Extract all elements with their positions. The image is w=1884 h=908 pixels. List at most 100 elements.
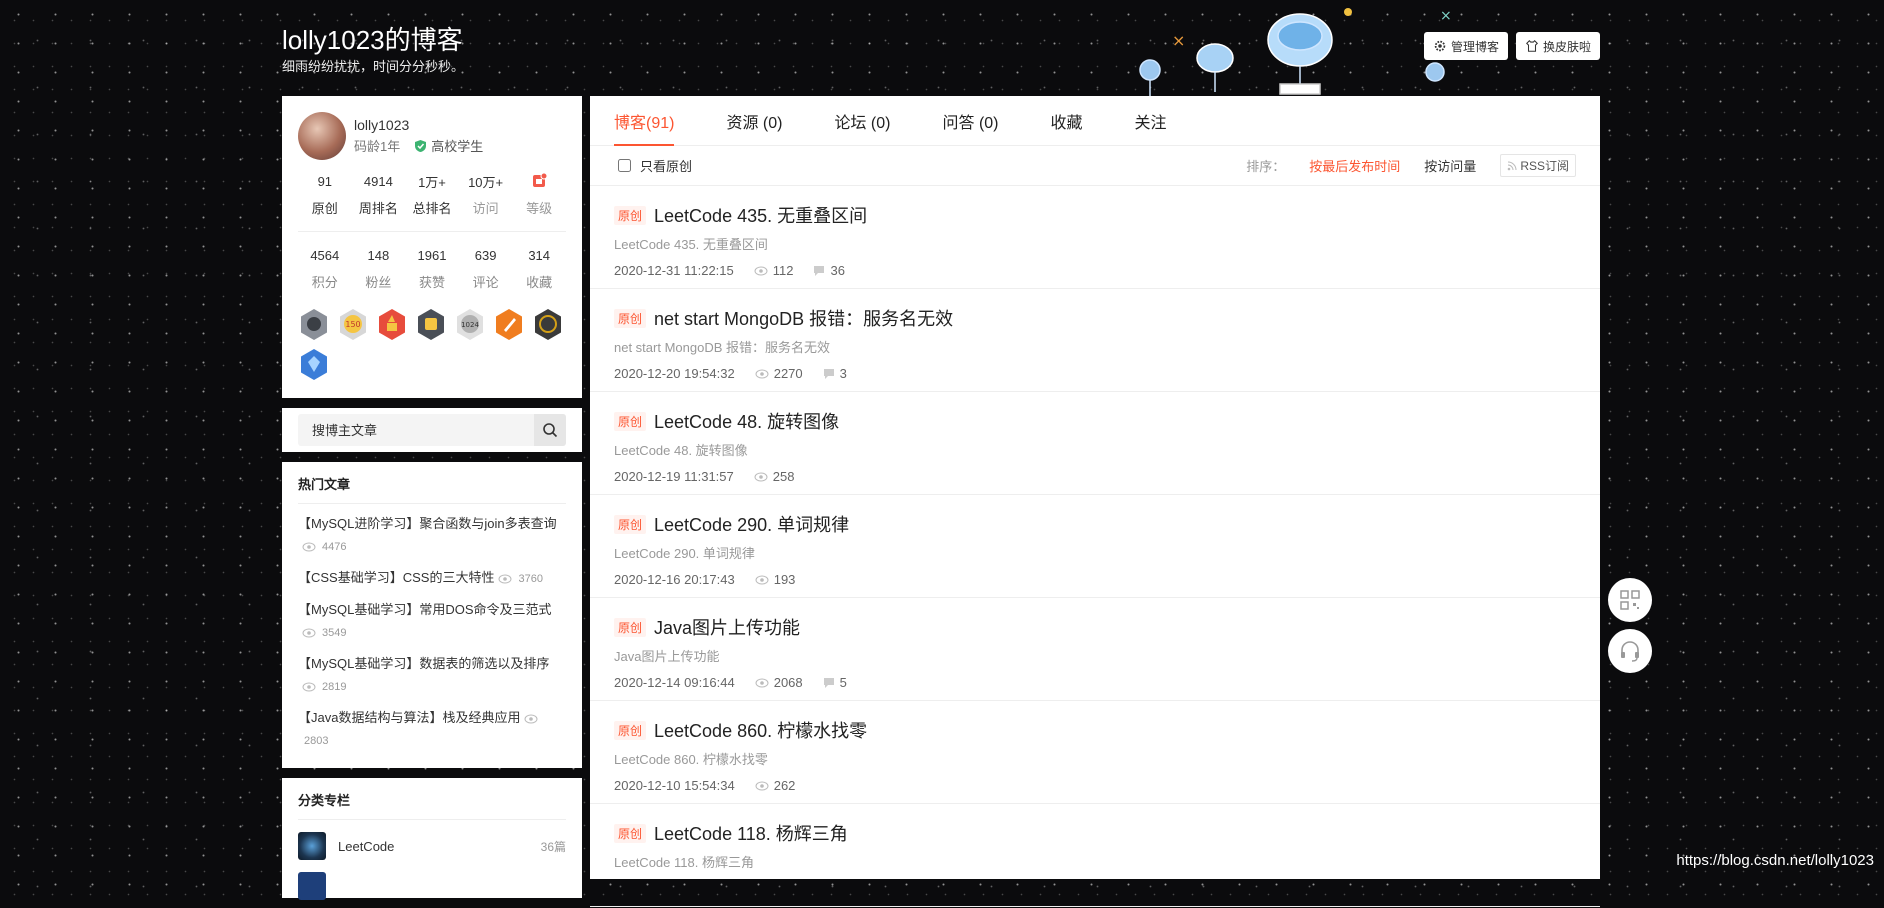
stat-value: 91 (317, 173, 333, 189)
article-list: 原创 LeetCode 435. 无重叠区间 LeetCode 435. 无重叠… (590, 186, 1600, 907)
change-skin-button[interactable]: 换皮肤啦 (1516, 32, 1601, 60)
eye-icon (302, 628, 316, 638)
article-item[interactable]: 原创 LeetCode 118. 杨辉三角 LeetCode 118. 杨辉三角 (590, 804, 1600, 907)
stat-visits[interactable]: 10万+ 访问 (459, 172, 513, 217)
eye-icon (755, 781, 769, 790)
stat-value: 4564 (310, 247, 340, 263)
tab-qa[interactable]: 问答 (0) (943, 96, 999, 145)
tab-forum[interactable]: 论坛 (0) (834, 96, 890, 145)
hot-article-item[interactable]: 【MySQL基础学习】数据表的筛选以及排序 2819 (298, 653, 566, 698)
stat-label: 总排名 (412, 201, 452, 216)
comment-icon (823, 677, 834, 688)
hot-article-title: 【Java数据结构与算法】栈及经典应用 (298, 710, 521, 725)
article-title[interactable]: LeetCode 48. 旋转图像 (654, 408, 839, 434)
article-date: 2020-12-20 19:54:32 (614, 366, 735, 381)
column-item-next[interactable] (298, 872, 566, 900)
stat-total-rank[interactable]: 1万+ 总排名 (405, 172, 459, 217)
column-item-leetcode[interactable]: LeetCode 36篇 (298, 832, 566, 860)
stat-likes[interactable]: 1961 获赞 (405, 246, 459, 291)
article-views: 112 (754, 263, 793, 278)
article-title[interactable]: LeetCode 118. 杨辉三角 (654, 820, 848, 846)
sort-by-latest[interactable]: 按最后发布时间 (1309, 156, 1400, 175)
stat-level[interactable]: 等级 (512, 172, 566, 217)
hot-article-title: 【MySQL基础学习】常用DOS命令及三范式 (298, 602, 552, 617)
search-input[interactable] (298, 414, 534, 446)
creator-badge-icon[interactable] (493, 307, 525, 341)
hot-article-item[interactable]: 【CSS基础学习】CSS的三大特性 3760 (298, 567, 566, 590)
article-date-text: 2020-12-10 15:54:34 (614, 778, 735, 793)
article-description: LeetCode 48. 旋转图像 (614, 443, 748, 458)
stat-original[interactable]: 91 原创 (298, 172, 352, 217)
main-content: 博客(91) 资源 (0) 论坛 (0) 问答 (0) 收藏 关注 只看原创 排… (590, 96, 1600, 907)
persistence-badge-icon[interactable] (415, 307, 447, 341)
avatar[interactable] (298, 112, 346, 160)
sort-by-views[interactable]: 按访问量 (1424, 156, 1476, 175)
article-item[interactable]: 原创 LeetCode 860. 柠檬水找零 LeetCode 860. 柠檬水… (590, 701, 1600, 804)
only-original-checkbox[interactable] (618, 159, 631, 172)
user-name[interactable]: lolly1023 (354, 117, 483, 133)
stat-label: 访问 (472, 201, 499, 216)
certified-badge-icon[interactable] (532, 307, 564, 341)
filter-bar: 只看原创 排序： 按最后发布时间 按访问量 RSS订阅 (590, 146, 1600, 186)
1024-badge-icon[interactable]: 1024 (454, 307, 486, 341)
stat-week-rank[interactable]: 4914 周排名 (352, 172, 406, 217)
only-original-label: 只看原创 (640, 159, 693, 174)
original-tag: 原创 (614, 411, 647, 431)
article-views: 2270 (755, 366, 803, 381)
stat-favorites[interactable]: 314 收藏 (512, 246, 566, 291)
eye-icon (755, 678, 769, 687)
comment-icon (823, 368, 834, 379)
article-meta: 2020-12-19 11:31:57 258 (614, 469, 1576, 484)
hot-article-title: 【CSS基础学习】CSS的三大特性 (298, 570, 495, 585)
qr-code-button[interactable] (1608, 578, 1652, 622)
blog-star-badge-icon[interactable] (376, 307, 408, 341)
search-button[interactable] (534, 414, 566, 446)
article-item[interactable]: 原创 LeetCode 435. 无重叠区间 LeetCode 435. 无重叠… (590, 186, 1600, 289)
article-comments-count: 5 (839, 675, 847, 690)
stat-points[interactable]: 4564 积分 (298, 246, 352, 291)
hot-article-item[interactable]: 【Java数据结构与算法】栈及经典应用 2803 (298, 707, 566, 752)
profile-header: lolly1023 码龄1年 高校学生 (298, 112, 566, 160)
article-description: LeetCode 435. 无重叠区间 (614, 237, 768, 252)
stat-label: 原创 (311, 201, 338, 216)
rss-subscribe-button[interactable]: RSS订阅 (1500, 154, 1576, 177)
hot-article-title: 【MySQL进阶学习】聚合函数与join多表查询 (298, 516, 557, 531)
article-meta: 2020-12-31 11:22:15 112 36 (614, 263, 1576, 278)
blog-title[interactable]: lolly1023的博客 (282, 20, 463, 57)
article-meta: 2020-12-20 19:54:32 2270 3 (614, 366, 1576, 381)
tab-resources[interactable]: 资源 (0) (726, 96, 782, 145)
article-comments-count: 3 (839, 366, 847, 381)
article-title-row: 原创 LeetCode 290. 单词规律 (614, 511, 1576, 537)
manage-blog-button[interactable]: 管理博客 (1424, 32, 1509, 60)
tab-favorites[interactable]: 收藏 (1051, 96, 1083, 145)
annual-badge-icon[interactable] (298, 347, 330, 381)
stat-fans[interactable]: 148 粉丝 (352, 246, 406, 291)
article-item[interactable]: 原创 net start MongoDB 报错：服务名无效 net start … (590, 289, 1600, 392)
only-original-filter[interactable]: 只看原创 (614, 156, 692, 175)
article-title[interactable]: LeetCode 290. 单词规律 (654, 511, 849, 537)
sort-options: 排序： 按最后发布时间 按访问量 RSS订阅 (1246, 154, 1576, 177)
article-title[interactable]: LeetCode 860. 柠檬水找零 (654, 717, 867, 743)
svg-text:1024: 1024 (461, 321, 479, 329)
article-views-count: 2270 (773, 366, 803, 381)
hot-article-item[interactable]: 【MySQL进阶学习】聚合函数与join多表查询 4476 (298, 513, 566, 558)
hot-article-item[interactable]: 【MySQL基础学习】常用DOS命令及三范式 3549 (298, 599, 566, 644)
stat-comments[interactable]: 639 评论 (459, 246, 513, 291)
150-days-badge-icon[interactable]: 150 (337, 307, 369, 341)
article-title[interactable]: net start MongoDB 报错：服务名无效 (654, 305, 953, 331)
article-item[interactable]: 原创 Java图片上传功能 Java图片上传功能 2020-12-14 09:1… (590, 598, 1600, 701)
article-date-text: 2020-12-16 20:17:43 (614, 572, 735, 587)
tab-following[interactable]: 关注 (1135, 96, 1167, 145)
article-item[interactable]: 原创 LeetCode 290. 单词规律 LeetCode 290. 单词规律… (590, 495, 1600, 598)
article-title[interactable]: Java图片上传功能 (654, 614, 800, 640)
article-item[interactable]: 原创 LeetCode 48. 旋转图像 LeetCode 48. 旋转图像 2… (590, 392, 1600, 495)
tab-blog[interactable]: 博客(91) (614, 96, 675, 146)
customer-service-button[interactable] (1608, 629, 1652, 673)
article-title[interactable]: LeetCode 435. 无重叠区间 (654, 202, 867, 228)
column-thumbnail (298, 832, 326, 860)
svg-text:×: × (1440, 8, 1450, 24)
article-views-count: 2068 (773, 675, 803, 690)
eye-icon (302, 682, 316, 692)
github-badge-icon[interactable] (298, 307, 330, 341)
svg-text:×: × (1172, 31, 1185, 50)
